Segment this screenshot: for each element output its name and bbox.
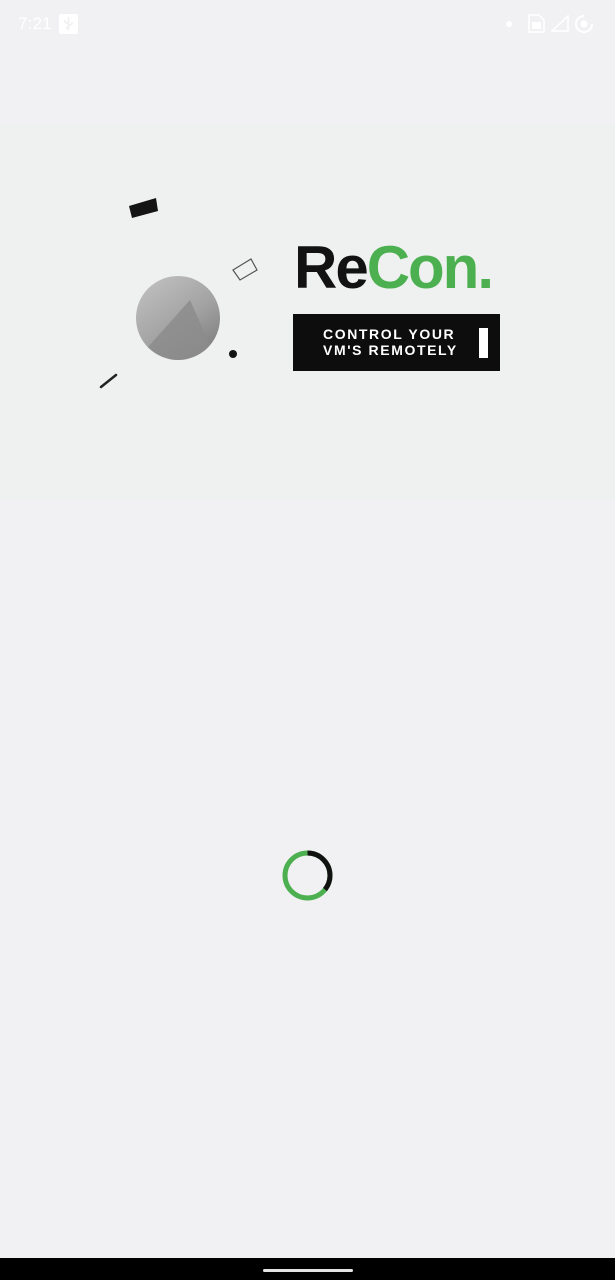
spinner-icon (282, 850, 333, 901)
logo-part-re: Re (294, 234, 369, 301)
home-gesture-pill[interactable] (263, 1269, 353, 1272)
tagline-line-1: CONTROL YOUR (323, 326, 456, 342)
logo-dot: . (477, 234, 494, 301)
logo-part-con: Con (366, 234, 480, 301)
typing-cursor (479, 328, 488, 358)
navigation-bar (0, 1258, 615, 1280)
tagline-box: CONTROL YOUR VM'S REMOTELY (293, 314, 500, 371)
sphere-graphic (136, 276, 220, 360)
recon-logo: ReCon. (294, 238, 494, 298)
tagline-line-2: VM'S REMOTELY (323, 342, 458, 358)
